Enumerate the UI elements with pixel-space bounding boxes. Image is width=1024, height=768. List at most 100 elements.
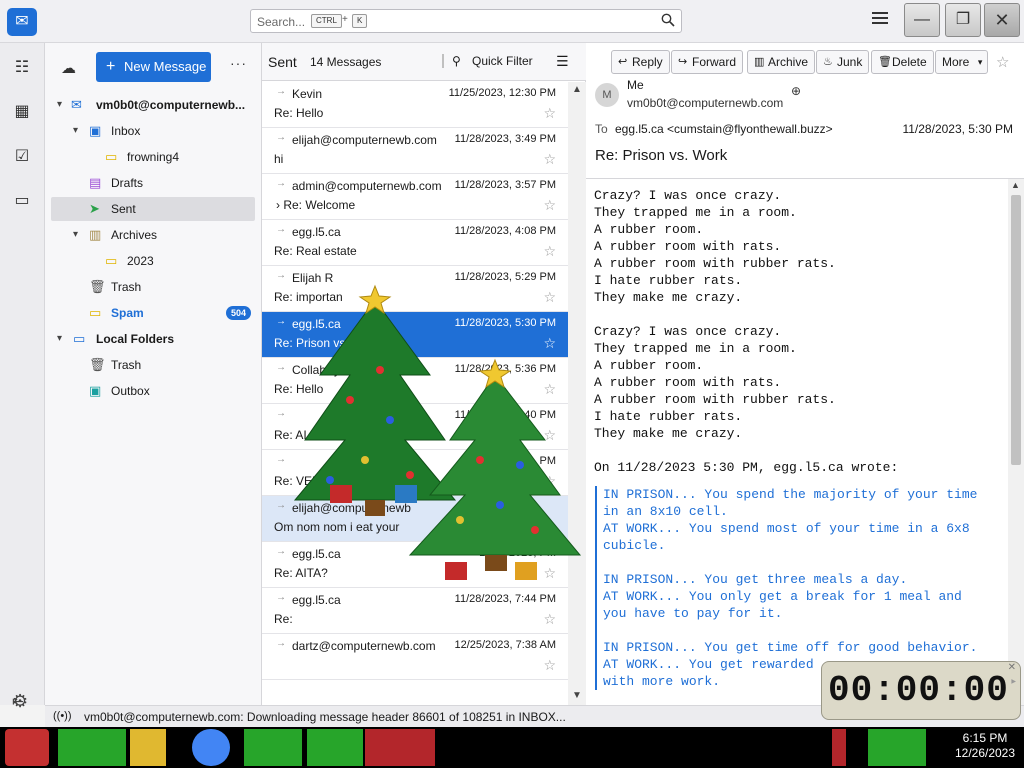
add-contact-icon[interactable]: ⊕ (791, 84, 801, 98)
taskbar-clock[interactable]: 6:15 PM 12/26/2023 (950, 731, 1020, 761)
stopwatch-widget[interactable]: 00:00:00 ✕ ▶ (821, 661, 1021, 720)
display-options-icon[interactable]: ☰ (556, 53, 569, 70)
local-folders-icon: ▭ (73, 331, 86, 346)
collapse-chevron-icon[interactable]: ▾ (57, 93, 62, 117)
from-address[interactable]: vm0b0t@computernewb.com (627, 96, 783, 110)
star-icon[interactable]: ☆ (543, 289, 556, 306)
star-icon[interactable]: ☆ (543, 381, 556, 398)
minimize-button[interactable]: — (904, 3, 940, 37)
close-icon[interactable]: ✕ (1008, 662, 1016, 673)
thread-expand-icon[interactable]: › (276, 198, 280, 212)
start-icon[interactable]: ▶ (1011, 678, 1016, 685)
more-options-icon[interactable]: ··· (230, 55, 247, 71)
message-list-scrollbar[interactable]: ▲ ▼ (568, 82, 586, 705)
table-row-hover[interactable]: → elijah@computernewb Om nom nom i eat you… (262, 496, 568, 542)
star-icon[interactable]: ☆ (543, 519, 556, 536)
collapse-chevron-icon[interactable]: ▾ (73, 223, 78, 247)
replied-icon: → (276, 362, 286, 373)
folder-outbox[interactable]: ▣ Outbox (51, 379, 255, 403)
table-row[interactable]: → egg.l5.ca 11/28/2023, 7:44 PM Re: ☆ (262, 588, 568, 634)
table-row[interactable]: → dartz@computernewb.com 12/25/2023, 7:38 … (262, 634, 568, 680)
maximize-button[interactable]: ❐ (945, 3, 981, 37)
star-icon[interactable]: ☆ (543, 565, 556, 582)
calendar-icon[interactable]: ▦ (12, 102, 32, 122)
more-button[interactable]: More ▾ (935, 50, 989, 74)
star-icon[interactable]: ☆ (543, 197, 556, 214)
star-icon[interactable]: ☆ (543, 243, 556, 260)
archive-button[interactable]: ▥ Archive (747, 50, 816, 74)
row-date: 11/28/2023, 5:29 PM (454, 271, 556, 283)
folder-2023[interactable]: ▭ 2023 (51, 249, 255, 273)
table-row[interactable]: → elijah@computernewb.com 11/28/2023, 3:49… (262, 128, 568, 174)
scrollbar-thumb[interactable] (1011, 195, 1021, 465)
taskbar-item-firefox[interactable] (58, 729, 126, 766)
folder-trash[interactable]: 🗑 Trash (51, 275, 255, 299)
collapse-icon[interactable]: ⇤ (12, 693, 24, 710)
table-row[interactable]: → egg.l5.ca 11/28/2023, PM Re: AITA? ☆ (262, 542, 568, 588)
from-name[interactable]: Me (627, 78, 644, 92)
filter-icon: ⚲ (452, 54, 461, 68)
taskbar-item-app[interactable] (307, 729, 363, 766)
folder-frowning4[interactable]: ▭ frowning4 (51, 145, 255, 169)
star-icon[interactable]: ☆ (543, 473, 556, 490)
chrome-icon[interactable] (192, 729, 230, 766)
star-icon[interactable]: ☆ (543, 611, 556, 628)
mail-app-icon[interactable]: ✉ (7, 8, 37, 36)
delete-button[interactable]: 🗑 Delete (871, 50, 934, 74)
quick-filter-button[interactable]: ⚲ Quick Filter (442, 54, 533, 68)
get-messages-icon[interactable]: ☁ (61, 59, 76, 77)
folder-name: Sent (268, 54, 297, 70)
app-menu-icon[interactable] (872, 12, 888, 28)
start-button[interactable] (5, 729, 49, 766)
star-icon[interactable]: ☆ (543, 427, 556, 444)
folder-spam[interactable]: ▭ Spam 504 (51, 301, 255, 325)
table-row[interactable]: → admin@computernewb.com 11/28/2023, 3:57 … (262, 174, 568, 220)
star-icon[interactable]: ☆ (543, 105, 556, 122)
table-row[interactable]: → egg.l5.ca 11/28/2023, 4:08 PM Re: Real es… (262, 220, 568, 266)
system-tray[interactable] (868, 729, 926, 766)
to-address[interactable]: egg.l5.ca <cumstain@flyonthewall.buzz> (615, 122, 833, 136)
chat-icon[interactable]: ▭ (12, 191, 32, 211)
table-row-selected[interactable]: → egg.l5.ca 11/28/2023, 5:30 PM Re: Prison … (262, 312, 568, 358)
file-explorer-icon[interactable] (130, 729, 166, 766)
taskbar-item-active[interactable] (365, 729, 435, 766)
table-row[interactable]: → Elijah R 11/28/2023, 5:29 PM Re: importan… (262, 266, 568, 312)
collapse-chevron-icon[interactable]: ▾ (57, 327, 62, 351)
row-correspondent: Elijah R (292, 271, 334, 285)
table-row[interactable]: → PM Re: VERY IMPOR ☆ (262, 450, 568, 496)
close-button[interactable]: ✕ (984, 3, 1020, 37)
folder-sent[interactable]: ➤ Sent (51, 197, 255, 221)
taskbar-item-mail[interactable] (244, 729, 302, 766)
account-row[interactable]: ▾ ✉ vm0b0t@computernewb... (51, 93, 255, 117)
local-folders-row[interactable]: ▾ ▭ Local Folders (51, 327, 255, 351)
reply-button[interactable]: ↩ Reply (611, 50, 670, 74)
forward-button[interactable]: ↪ Forward (671, 50, 744, 74)
scroll-up-icon[interactable]: ▲ (1011, 180, 1020, 190)
star-icon[interactable]: ☆ (543, 335, 556, 352)
star-icon[interactable]: ☆ (543, 151, 556, 168)
tasks-icon[interactable]: ☑ (12, 147, 32, 167)
message-body-scrollbar[interactable]: ▲ (1008, 179, 1024, 705)
search-icon[interactable] (661, 13, 675, 30)
scroll-up-icon[interactable]: ▲ (572, 84, 582, 95)
replied-icon: → (276, 638, 286, 649)
taskbar-tray-item[interactable] (832, 729, 846, 766)
table-row[interactable]: → CollabSy 11/28/2023, 5:36 PM Re: Hello ☆ (262, 358, 568, 404)
scroll-down-icon[interactable]: ▼ (572, 690, 582, 701)
table-row[interactable]: → Kevin 11/25/2023, 12:30 PM Re: Hello ☆ (262, 82, 568, 128)
star-icon[interactable]: ☆ (996, 53, 1009, 71)
folder-inbox[interactable]: ▾ ▣ Inbox (51, 119, 255, 143)
star-icon[interactable]: ☆ (543, 657, 556, 674)
row-subject: Re: VERY IMPOR (274, 474, 371, 488)
address-book-icon[interactable]: ☷ (12, 58, 32, 78)
outbox-icon: ▣ (89, 383, 102, 398)
row-correspondent: CollabSy (292, 363, 341, 377)
folder-archives[interactable]: ▾ ▥ Archives (51, 223, 255, 247)
new-message-button[interactable]: + New Message (96, 52, 211, 82)
folder-drafts[interactable]: ▤ Drafts (51, 171, 255, 195)
junk-button[interactable]: ♨ Junk (816, 50, 870, 74)
table-row[interactable]: → 11/28/2023, 5:40 PM Re: AI ☆ (262, 404, 568, 450)
collapse-chevron-icon[interactable]: ▾ (73, 119, 78, 143)
search-input[interactable]: Search... CTRL + K (250, 9, 682, 33)
folder-local-trash[interactable]: 🗑 Trash (51, 353, 255, 377)
